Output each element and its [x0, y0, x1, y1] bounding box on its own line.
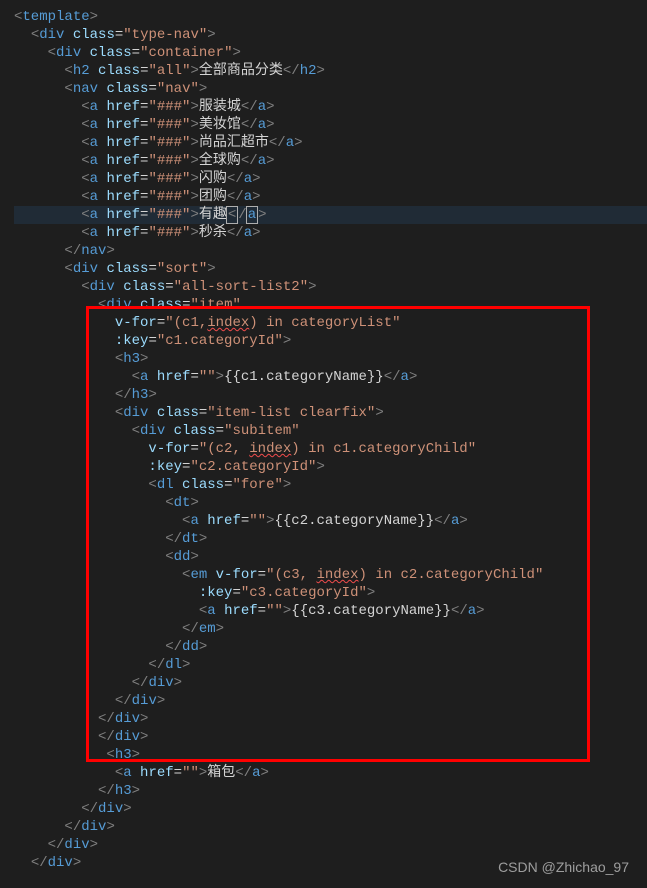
code-line: <h2 class="all">全部商品分类</h2>: [14, 62, 647, 80]
code-line: </div>: [14, 836, 647, 854]
watermark: CSDN @Zhichao_97: [498, 858, 629, 876]
code-line: <a href="###">服装城</a>: [14, 98, 647, 116]
code-line: <h3>: [14, 350, 647, 368]
code-line: :key="c1.categoryId">: [14, 332, 647, 350]
code-line: <h3>: [14, 746, 647, 764]
code-line: </div>: [14, 728, 647, 746]
cursor-box: <: [226, 206, 238, 224]
code-line: <a href="###">全球购</a>: [14, 152, 647, 170]
code-line: v-for="(c1,index) in categoryList": [14, 314, 647, 332]
code-line: </dd>: [14, 638, 647, 656]
code-line: <nav class="nav">: [14, 80, 647, 98]
code-line: </nav>: [14, 242, 647, 260]
code-line: <a href="###">尚品汇超市</a>: [14, 134, 647, 152]
code-line: </dl>: [14, 656, 647, 674]
code-line: <em v-for="(c3, index) in c2.categoryChi…: [14, 566, 647, 584]
code-line: <div class="subitem": [14, 422, 647, 440]
code-line: :key="c2.categoryId">: [14, 458, 647, 476]
code-line: </div>: [14, 692, 647, 710]
code-line: </div>: [14, 800, 647, 818]
code-line: </dt>: [14, 530, 647, 548]
code-line: <div class="item-list clearfix">: [14, 404, 647, 422]
code-line: <a href="">{{c1.categoryName}}</a>: [14, 368, 647, 386]
code-line-active: <a href="###">有趣</a>: [14, 206, 647, 224]
code-line: <a href="###">美妆馆</a>: [14, 116, 647, 134]
code-line: <dt>: [14, 494, 647, 512]
code-line: <a href="###">秒杀</a>: [14, 224, 647, 242]
code-line: <div class="sort">: [14, 260, 647, 278]
code-line: </div>: [14, 674, 647, 692]
code-line: </h3>: [14, 782, 647, 800]
code-line: <div class="container">: [14, 44, 647, 62]
code-line: <template>: [14, 8, 647, 26]
code-line: </em>: [14, 620, 647, 638]
code-line: <a href="###">团购</a>: [14, 188, 647, 206]
code-line: </div>: [14, 710, 647, 728]
code-editor[interactable]: <template> <div class="type-nav"> <div c…: [0, 0, 647, 872]
code-line: :key="c3.categoryId">: [14, 584, 647, 602]
code-line: <div class="item": [14, 296, 647, 314]
code-line: <a href="###">闪购</a>: [14, 170, 647, 188]
code-line: <dl class="fore">: [14, 476, 647, 494]
code-line: <a href="">{{c2.categoryName}}</a>: [14, 512, 647, 530]
code-line: <a href="">箱包</a>: [14, 764, 647, 782]
code-line: <div class="type-nav">: [14, 26, 647, 44]
code-line: v-for="(c2, index) in c1.categoryChild": [14, 440, 647, 458]
code-line: </h3>: [14, 386, 647, 404]
code-line: </div>: [14, 818, 647, 836]
code-line: <div class="all-sort-list2">: [14, 278, 647, 296]
code-line: <a href="">{{c3.categoryName}}</a>: [14, 602, 647, 620]
code-line: <dd>: [14, 548, 647, 566]
